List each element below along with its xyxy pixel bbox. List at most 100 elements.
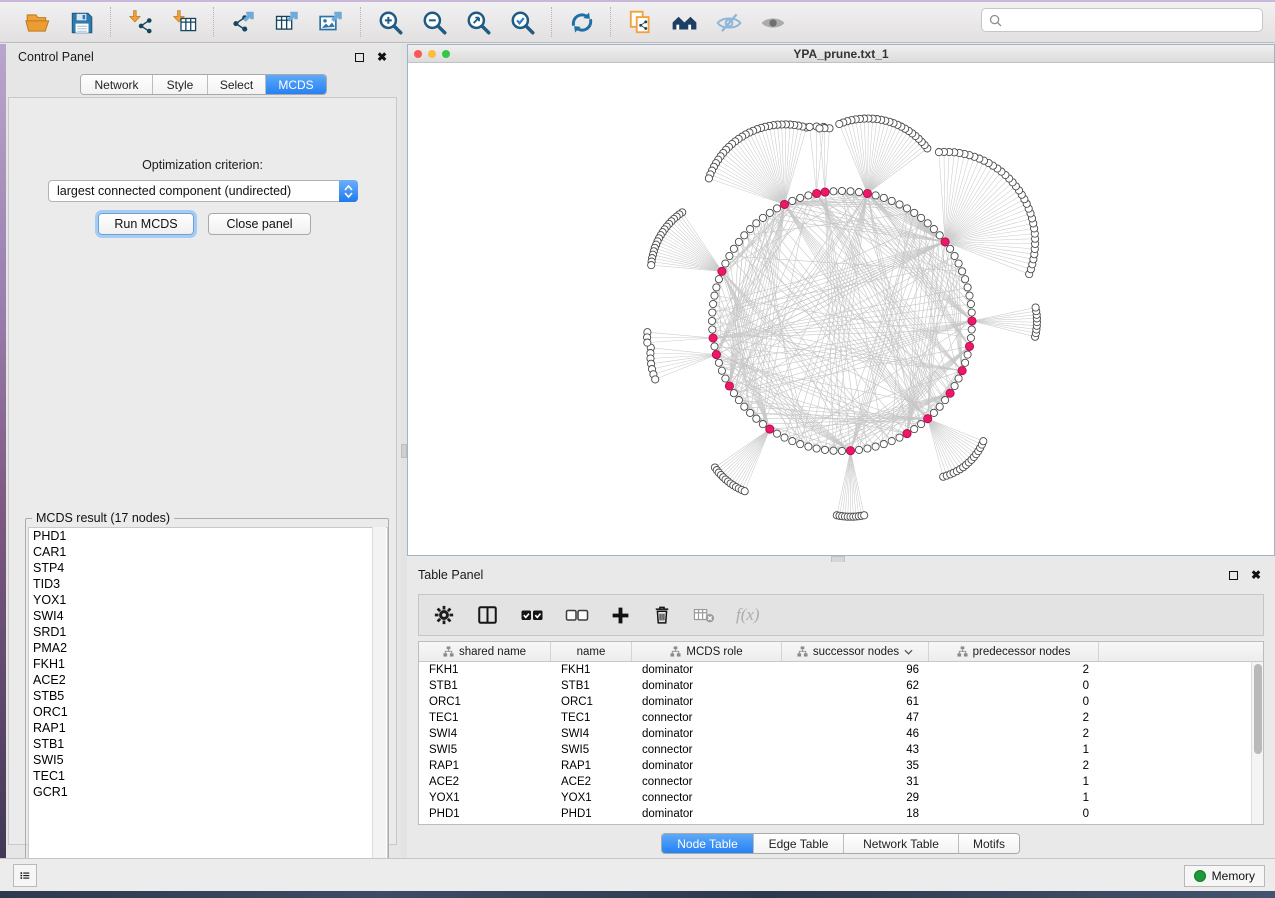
import-network-icon[interactable] [125,7,155,37]
mcds-result-item[interactable]: YOX1 [29,592,387,608]
settings-gear-icon[interactable] [433,602,455,628]
zoom-in-icon[interactable] [375,7,405,37]
table-row[interactable]: YOX1YOX1connector291 [419,790,1263,806]
delete-table-icon [693,602,715,628]
tab-edge-table[interactable]: Edge Table [754,834,844,853]
zoom-out-icon[interactable] [419,7,449,37]
mcds-result-item[interactable]: PMA2 [29,640,387,656]
memory-button[interactable]: Memory [1184,865,1265,887]
cell-MCDS-role: dominator [632,696,782,708]
mcds-result-item[interactable]: TEC1 [29,768,387,784]
mcds-result-item[interactable]: PHD1 [29,528,387,544]
cell-shared-name: FKH1 [419,664,551,676]
network-window-titlebar[interactable]: YPA_prune.txt_1 [408,45,1274,63]
table-scrollbar-thumb[interactable] [1254,664,1262,754]
mcds-result-item[interactable]: STB1 [29,736,387,752]
table-panel: Table Panel ✖ f(x) shared namenameMCDS r… [407,562,1275,858]
cell-MCDS-role: dominator [632,680,782,692]
column-header-shared-name[interactable]: shared name [419,642,551,661]
cell-name: STB1 [551,680,632,692]
export-network-icon[interactable] [228,7,258,37]
table-row[interactable]: FKH1FKH1dominator962 [419,662,1263,678]
export-image-icon[interactable] [316,7,346,37]
tab-style[interactable]: Style [153,75,208,94]
deselect-all-rows-icon[interactable] [565,602,589,628]
add-column-icon[interactable] [610,602,631,628]
column-header-name[interactable]: name [551,642,632,661]
task-history-button[interactable] [13,864,37,887]
tab-select[interactable]: Select [208,75,266,94]
criterion-dropdown[interactable]: largest connected component (undirected) [48,180,358,202]
mcds-result-item[interactable]: TID3 [29,576,387,592]
mcds-result-item[interactable]: ACE2 [29,672,387,688]
select-all-rows-icon[interactable] [520,602,544,628]
mcds-result-item[interactable]: SWI4 [29,608,387,624]
cytoscape-app: Control Panel ✖ NetworkStyleSelectMCDS O… [0,0,1275,898]
tab-network[interactable]: Network [81,75,153,94]
cell-predecessor-nodes: 2 [929,712,1099,724]
mcds-result-item[interactable]: ORC1 [29,704,387,720]
delete-column-icon[interactable] [652,602,672,628]
optimization-criterion-label: Optimization criterion: [9,158,396,172]
network-view-window: YPA_prune.txt_1 [407,44,1275,556]
show-all-icon[interactable] [757,7,787,37]
close-panel-icon[interactable]: ✖ [375,50,389,64]
cell-shared-name: ORC1 [419,696,551,708]
tab-node-table[interactable]: Node Table [662,834,754,853]
zoom-selected-icon[interactable] [507,7,537,37]
close-panel-button[interactable]: Close panel [208,213,311,235]
cell-successor-nodes: 43 [782,744,929,756]
open-file-icon[interactable] [22,7,52,37]
refresh-layout-icon[interactable] [566,7,596,37]
mcds-result-item[interactable]: FKH1 [29,656,387,672]
mcds-result-list[interactable]: PHD1CAR1STP4TID3YOX1SWI4SRD1PMA2FKH1ACE2… [28,527,388,881]
table-row[interactable]: PHD1PHD1dominator180 [419,806,1263,822]
result-list-scrollbar[interactable] [372,527,386,881]
mcds-result-item[interactable]: STP4 [29,560,387,576]
save-session-icon[interactable] [66,7,96,37]
cell-successor-nodes: 96 [782,664,929,676]
mcds-result-item[interactable]: RAP1 [29,720,387,736]
run-mcds-button[interactable]: Run MCDS [98,213,194,235]
cell-predecessor-nodes: 1 [929,792,1099,804]
mcds-result-item[interactable]: GCR1 [29,784,387,800]
mcds-result-item[interactable]: STB5 [29,688,387,704]
float-table-panel-icon[interactable] [1226,568,1240,582]
export-table-icon[interactable] [272,7,302,37]
cell-successor-nodes: 31 [782,776,929,788]
first-neighbors-icon[interactable] [669,7,699,37]
float-panel-icon[interactable] [352,50,366,64]
table-row[interactable]: ORC1ORC1dominator610 [419,694,1263,710]
table-row[interactable]: SWI4SWI4dominator462 [419,726,1263,742]
memory-button-label: Memory [1212,869,1255,883]
cell-successor-nodes: 62 [782,680,929,692]
table-body: FKH1FKH1dominator962STB1STB1dominator620… [419,662,1263,822]
close-table-panel-icon[interactable]: ✖ [1249,568,1263,582]
clone-network-icon[interactable] [625,7,655,37]
column-header-successor-nodes[interactable]: successor nodes [782,642,929,661]
cell-shared-name: SWI5 [419,744,551,756]
tab-motifs[interactable]: Motifs [959,834,1019,853]
tab-mcds[interactable]: MCDS [266,75,326,94]
table-row[interactable]: ACE2ACE2connector311 [419,774,1263,790]
control-panel-title: Control Panel [18,50,94,64]
hide-selected-icon[interactable] [713,7,743,37]
mcds-result-item[interactable]: SWI5 [29,752,387,768]
table-row[interactable]: RAP1RAP1dominator352 [419,758,1263,774]
column-header-MCDS-role[interactable]: MCDS role [632,642,782,661]
import-table-icon[interactable] [169,7,199,37]
mcds-result-title: MCDS result (17 nodes) [32,511,174,525]
table-row[interactable]: SWI5SWI5connector431 [419,742,1263,758]
tab-network-table[interactable]: Network Table [844,834,959,853]
table-row[interactable]: STB1STB1dominator620 [419,678,1263,694]
zoom-fit-icon[interactable] [463,7,493,37]
column-header-predecessor-nodes[interactable]: predecessor nodes [929,642,1099,661]
mcds-result-item[interactable]: CAR1 [29,544,387,560]
mcds-result-item[interactable]: SRD1 [29,624,387,640]
table-scrollbar[interactable] [1251,662,1263,824]
table-row[interactable]: TEC1TEC1connector472 [419,710,1263,726]
network-canvas[interactable] [408,64,1274,555]
column-visibility-icon[interactable] [476,602,499,628]
search-input[interactable] [1007,12,1255,28]
network-window-title: YPA_prune.txt_1 [408,47,1274,61]
